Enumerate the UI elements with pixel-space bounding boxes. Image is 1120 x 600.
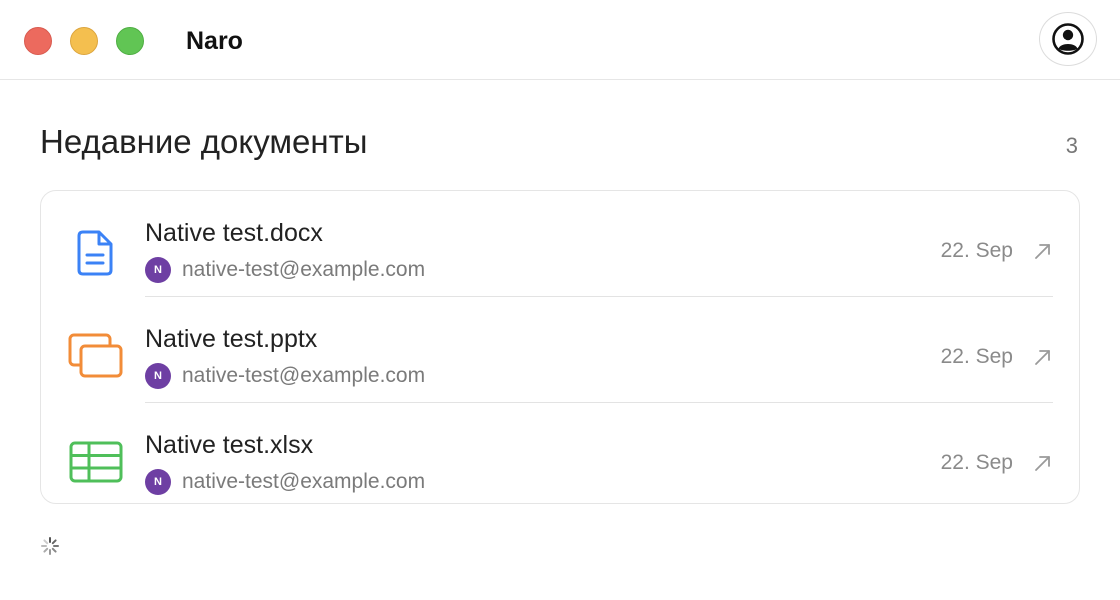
owner-email: native-test@example.com	[182, 470, 426, 493]
window-zoom-button[interactable]	[116, 27, 144, 55]
avatar: N	[145, 363, 171, 389]
document-name: Native test.xlsx	[145, 431, 314, 459]
document-date: 22. Sep	[940, 451, 1013, 474]
arrow-up-right-icon[interactable]	[1033, 241, 1053, 261]
document-row[interactable]: Native test.xlsx N native-test@example.c…	[41, 403, 1079, 503]
account-button[interactable]	[1039, 12, 1097, 66]
section-title: Недавние документы	[40, 123, 368, 160]
window-close-button[interactable]	[24, 27, 52, 55]
arrow-up-right-icon[interactable]	[1033, 453, 1053, 473]
document-list: Native test.docx N native-test@example.c…	[40, 190, 1080, 504]
document-icon	[77, 230, 113, 276]
document-date: 22. Sep	[940, 345, 1013, 368]
document-row[interactable]: Native test.docx N native-test@example.c…	[41, 191, 1079, 297]
user-circle-icon	[1052, 23, 1084, 55]
document-row[interactable]: Native test.pptx N native-test@example.c…	[41, 297, 1079, 403]
avatar: N	[145, 257, 171, 283]
document-date: 22. Sep	[940, 239, 1013, 262]
app-title: Naro	[186, 27, 243, 55]
arrow-up-right-icon[interactable]	[1033, 347, 1053, 367]
window-minimize-button[interactable]	[70, 27, 98, 55]
owner-email: native-test@example.com	[182, 258, 426, 281]
presentation-icon	[68, 333, 123, 378]
owner-email: native-test@example.com	[182, 364, 426, 387]
document-name: Native test.pptx	[145, 325, 318, 353]
avatar: N	[145, 469, 171, 495]
document-count: 3	[1065, 133, 1078, 158]
title-bar: Naro	[0, 0, 1120, 80]
spreadsheet-icon	[69, 441, 123, 483]
document-name: Native test.docx	[145, 219, 323, 247]
spinner-icon	[41, 537, 59, 555]
